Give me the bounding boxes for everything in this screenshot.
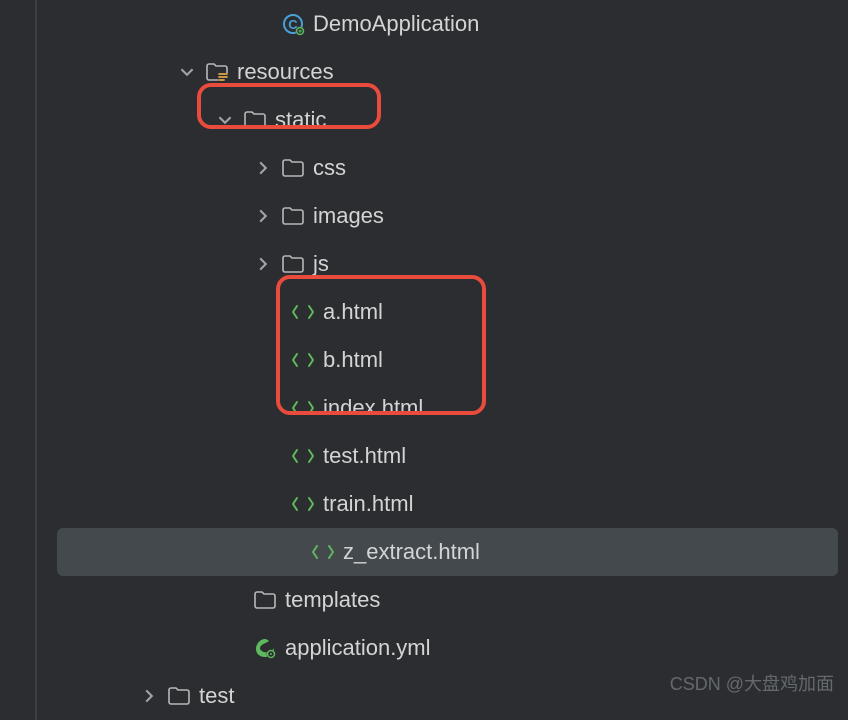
resources-folder-icon bbox=[205, 60, 229, 84]
tree-item-label: resources bbox=[237, 59, 334, 85]
chevron-right-icon bbox=[253, 254, 273, 274]
tree-item-a-html[interactable]: a.html bbox=[37, 288, 848, 336]
html-file-icon bbox=[291, 300, 315, 324]
tree-item-label: images bbox=[313, 203, 384, 229]
tree-item-label: b.html bbox=[323, 347, 383, 373]
tree-item-test-html[interactable]: test.html bbox=[37, 432, 848, 480]
tree-item-label: css bbox=[313, 155, 346, 181]
folder-icon bbox=[281, 156, 305, 180]
tree-item-label: test bbox=[199, 683, 234, 709]
tree-item-label: test.html bbox=[323, 443, 406, 469]
tree-item-demo-application[interactable]: C DemoApplication bbox=[37, 0, 848, 48]
folder-icon bbox=[253, 588, 277, 612]
tree-item-label: index.html bbox=[323, 395, 423, 421]
tree-item-js[interactable]: js bbox=[37, 240, 848, 288]
watermark: CSDN @大盘鸡加面 bbox=[670, 670, 834, 696]
tree-item-label: application.yml bbox=[285, 635, 431, 661]
tree-item-label: templates bbox=[285, 587, 380, 613]
chevron-right-icon bbox=[253, 158, 273, 178]
html-file-icon bbox=[291, 348, 315, 372]
html-file-icon bbox=[291, 396, 315, 420]
tree-item-label: z_extract.html bbox=[343, 539, 480, 565]
spring-config-icon bbox=[253, 636, 277, 660]
folder-icon bbox=[281, 204, 305, 228]
tree-item-label: train.html bbox=[323, 491, 413, 517]
tree-item-train-html[interactable]: train.html bbox=[37, 480, 848, 528]
chevron-down-icon bbox=[215, 110, 235, 130]
tree-item-label: a.html bbox=[323, 299, 383, 325]
tree-item-resources[interactable]: resources bbox=[37, 48, 848, 96]
tree-item-b-html[interactable]: b.html bbox=[37, 336, 848, 384]
class-icon: C bbox=[281, 12, 305, 36]
folder-icon bbox=[281, 252, 305, 276]
folder-icon bbox=[167, 684, 191, 708]
html-file-icon bbox=[291, 492, 315, 516]
chevron-right-icon bbox=[139, 686, 159, 706]
tree-item-static[interactable]: static bbox=[37, 96, 848, 144]
html-file-icon bbox=[311, 540, 335, 564]
tree-item-application-yml[interactable]: application.yml bbox=[37, 624, 848, 672]
folder-icon bbox=[243, 108, 267, 132]
tree-item-label: js bbox=[313, 251, 329, 277]
html-file-icon bbox=[291, 444, 315, 468]
tree-item-templates[interactable]: templates bbox=[37, 576, 848, 624]
chevron-down-icon bbox=[177, 62, 197, 82]
project-tree[interactable]: C DemoApplication resources static css i… bbox=[35, 0, 848, 720]
tree-item-images[interactable]: images bbox=[37, 192, 848, 240]
tree-item-index-html[interactable]: index.html bbox=[37, 384, 848, 432]
tree-item-css[interactable]: css bbox=[37, 144, 848, 192]
chevron-right-icon bbox=[253, 206, 273, 226]
tree-item-label: static bbox=[275, 107, 326, 133]
tree-item-z-extract-html[interactable]: z_extract.html bbox=[57, 528, 838, 576]
tree-item-label: DemoApplication bbox=[313, 11, 479, 37]
